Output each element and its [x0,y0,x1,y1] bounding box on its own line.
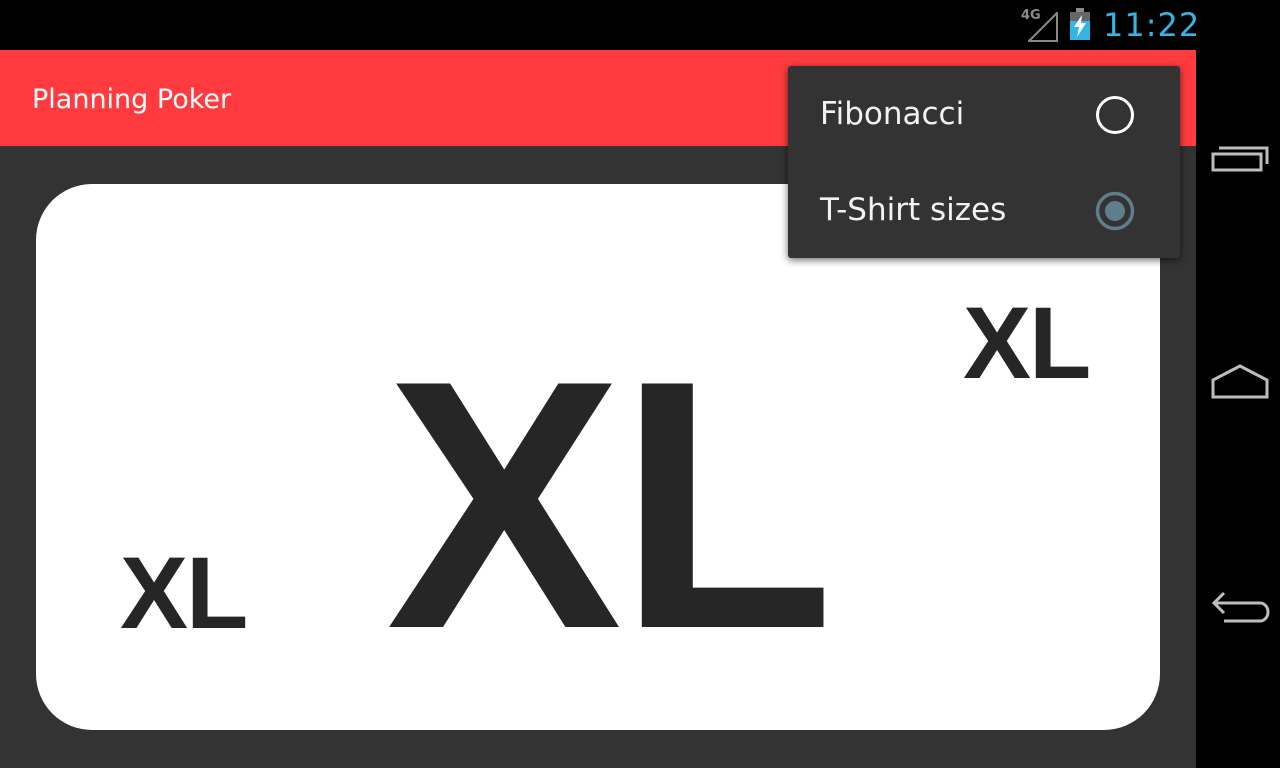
recent-apps-icon [1211,146,1269,172]
radio-unchecked-icon[interactable] [1095,95,1135,135]
menu-item-fibonacci[interactable]: Fibonacci [788,66,1180,162]
home-icon [1211,364,1269,399]
back-button[interactable] [1196,560,1280,656]
menu-item-tshirt-sizes[interactable]: T-Shirt sizes [788,162,1180,258]
poker-card[interactable]: XL XL XL [36,184,1160,730]
radio-checked-icon[interactable] [1095,191,1135,231]
status-clock: 11:22 [1103,6,1201,44]
card-value-corner-bottom: XL [120,536,248,650]
card-value-center: XL [386,308,834,703]
recent-apps-button[interactable] [1196,112,1280,208]
deck-type-menu: Fibonacci T-Shirt sizes [788,66,1180,258]
menu-item-label: T-Shirt sizes [820,192,1007,228]
signal-icon [1028,12,1058,42]
app-title: Planning Poker [32,84,232,115]
back-icon [1211,591,1270,623]
battery-charging-icon [1070,8,1090,40]
home-button[interactable] [1196,336,1280,432]
network-indicator: 4G [1021,8,1059,42]
device-screen: 4G 11:22 Planning Poker XL XL XL Fibonac… [0,0,1280,768]
status-bar: 4G 11:22 [0,0,1199,50]
navigation-bar [1196,0,1280,768]
menu-item-label: Fibonacci [820,96,965,132]
card-value-corner-top: XL [963,286,1091,400]
